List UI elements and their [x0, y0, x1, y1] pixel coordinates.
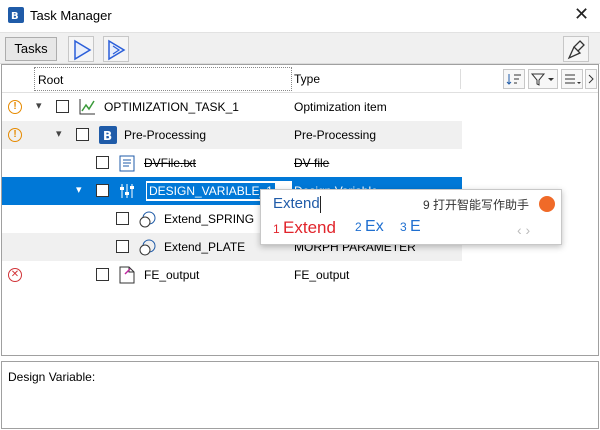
clean-button[interactable]: [563, 36, 589, 62]
column-header-root[interactable]: Root: [34, 67, 292, 91]
toolbar: Tasks: [0, 32, 600, 64]
morph-parameter-icon: [139, 239, 156, 256]
column-options-button[interactable]: [561, 69, 583, 89]
row-name: Extend_PLATE: [164, 240, 246, 254]
svg-text:B: B: [103, 129, 112, 143]
row-checkbox[interactable]: [96, 156, 109, 169]
ime-candidate[interactable]: 2 Ex: [355, 218, 384, 236]
row-type: DV file: [294, 156, 330, 170]
chevron-right-icon: [588, 74, 594, 84]
row-checkbox[interactable]: [96, 184, 109, 197]
sort-button[interactable]: [503, 69, 525, 89]
candidate-number: 1: [273, 222, 280, 236]
svg-text:B: B: [11, 11, 19, 22]
pre-processing-icon: B: [99, 126, 117, 144]
row-type: Pre-Processing: [294, 128, 377, 142]
ime-caret: [320, 196, 321, 213]
notepad-icon: [119, 155, 135, 172]
row-checkbox[interactable]: [56, 100, 69, 113]
step-play-icon: [108, 39, 126, 61]
rename-input-value: DESIGN_VARIABLE_1: [147, 183, 275, 199]
row-type: FE_output: [294, 268, 350, 282]
ime-candidate-window: Extend 9 打开智能写作助手 1 Extend 2 Ex 3 E ‹ ›: [260, 189, 562, 245]
morph-parameter-icon: [139, 211, 156, 228]
description-label: Design Variable:: [8, 370, 96, 384]
warning-icon: !: [8, 100, 22, 114]
row-checkbox[interactable]: [116, 240, 129, 253]
row-checkbox[interactable]: [96, 268, 109, 281]
sort-icon: [506, 74, 521, 85]
row-name: FE_output: [144, 268, 200, 282]
candidate-number: 2: [355, 220, 362, 234]
candidate-number: 3: [400, 220, 407, 234]
tree-row[interactable]: ✕ FE_output FE_output: [2, 261, 462, 289]
optimization-chart-icon: [79, 99, 95, 115]
window-title: Task Manager: [30, 8, 112, 23]
app-logo-icon: B: [8, 7, 24, 23]
column-header-type[interactable]: Type: [294, 72, 320, 86]
candidate-text: Ex: [365, 218, 384, 235]
tree-row[interactable]: ! ▾ B Pre-Processing Pre-Processing: [2, 121, 462, 149]
ime-candidate[interactable]: 1 Extend: [273, 218, 336, 238]
row-checkbox[interactable]: [116, 212, 129, 225]
column-divider: [460, 69, 461, 89]
filter-button[interactable]: [528, 69, 558, 89]
candidate-text: Extend: [283, 218, 336, 237]
output-file-icon: [119, 266, 135, 284]
description-panel: Design Variable:: [1, 361, 599, 429]
broom-icon: [567, 40, 585, 60]
error-icon: ✕: [8, 268, 22, 282]
chevron-down-icon[interactable]: ▾: [56, 127, 62, 140]
play-icon: [74, 39, 92, 61]
chevron-down-icon[interactable]: ▾: [76, 183, 82, 196]
tree-row[interactable]: DVFile.txt DV file: [2, 149, 462, 177]
warning-icon: !: [8, 128, 22, 142]
title-bar: B Task Manager ✕: [0, 0, 600, 32]
row-checkbox[interactable]: [76, 128, 89, 141]
ime-composition: Extend: [273, 195, 320, 212]
design-variable-icon: [120, 184, 134, 198]
column-options-icon: [565, 74, 581, 84]
ime-page-arrows[interactable]: ‹ ›: [517, 222, 530, 238]
ime-candidate[interactable]: 3 E: [400, 218, 421, 236]
step-run-button[interactable]: [103, 36, 129, 62]
chevron-down-icon[interactable]: ▾: [36, 99, 42, 112]
filter-icon: [530, 73, 554, 86]
tree-row[interactable]: ! ▾ OPTIMIZATION_TASK_1 Optimization ite…: [2, 93, 462, 121]
row-name: DVFile.txt: [144, 156, 197, 170]
tasks-menu-button[interactable]: Tasks: [5, 37, 57, 61]
scroll-right-button[interactable]: [585, 69, 597, 89]
row-name: Extend_SPRING: [164, 212, 255, 226]
candidate-text: E: [410, 218, 421, 235]
row-type: Optimization item: [294, 100, 387, 114]
row-name: Pre-Processing: [124, 128, 207, 142]
ime-assistant-link[interactable]: 9 打开智能写作助手: [423, 196, 529, 213]
tree-header: Root Type: [2, 65, 598, 93]
close-button[interactable]: ✕: [574, 4, 589, 25]
ime-logo-icon[interactable]: [539, 196, 555, 212]
row-name: OPTIMIZATION_TASK_1: [104, 100, 239, 114]
run-button[interactable]: [68, 36, 94, 62]
